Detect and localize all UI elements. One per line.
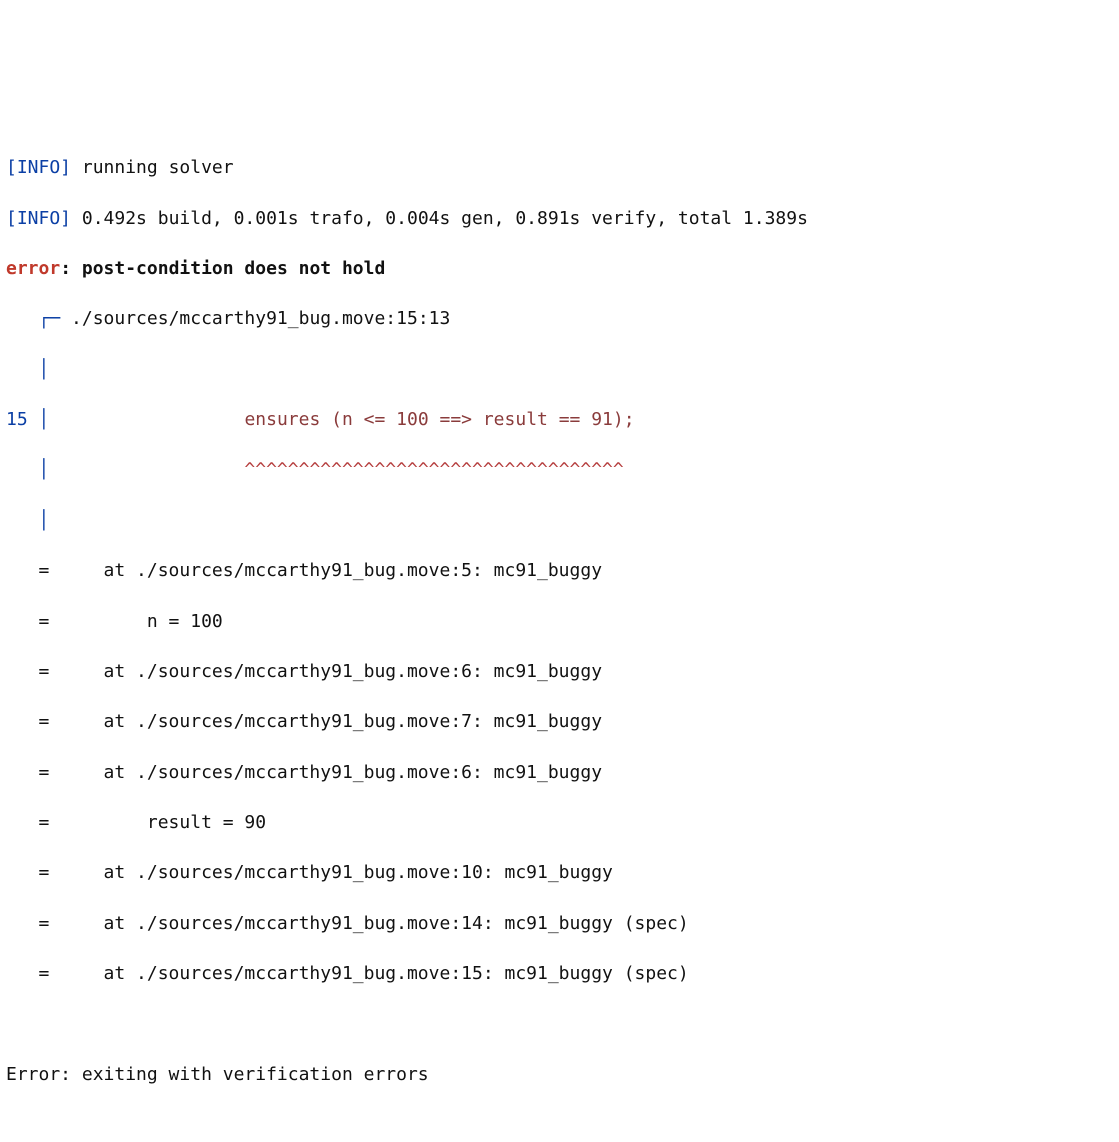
location-line: ┌─ ./sources/mccarthy91_bug.move:15:13 (6, 306, 1113, 331)
caret-underline: ^^^^^^^^^^^^^^^^^^^^^^^^^^^^^^^^^^^ (244, 459, 623, 480)
gutter-blank: │ (6, 508, 1113, 533)
trace-line: = at ./sources/mccarthy91_bug.move:10: m… (6, 860, 1113, 885)
location-path: ./sources/mccarthy91_bug.move:15:13 (71, 308, 450, 329)
caret-indent (60, 459, 244, 480)
trace-line: = n = 100 (6, 609, 1113, 634)
error-message: post-condition does not hold (82, 258, 385, 279)
line-number: 15 (6, 409, 28, 430)
trace-line: = at ./sources/mccarthy91_bug.move:6: mc… (6, 760, 1113, 785)
error-colon: : (60, 258, 82, 279)
info-tag: [INFO] (6, 157, 71, 178)
info-tag: [INFO] (6, 208, 71, 229)
blank-line (6, 1012, 1113, 1037)
snippet-text: ensures (n <= 100 ==> result == 91); (244, 409, 634, 430)
box-corner: ┌─ (6, 308, 71, 329)
snippet-line: 15 │ ensures (n <= 100 ==> result == 91)… (6, 407, 1113, 432)
caret-line: │ ^^^^^^^^^^^^^^^^^^^^^^^^^^^^^^^^^^^ (6, 457, 1113, 482)
trace-line: = at ./sources/mccarthy91_bug.move:6: mc… (6, 659, 1113, 684)
trace-line: = at ./sources/mccarthy91_bug.move:15: m… (6, 961, 1113, 986)
snippet-indent (60, 409, 244, 430)
trace-line: = at ./sources/mccarthy91_bug.move:7: mc… (6, 709, 1113, 734)
log-line: [INFO] running solver (6, 155, 1113, 180)
gutter-pipe: │ (6, 459, 60, 480)
error-line: error: post-condition does not hold (6, 256, 1113, 281)
log-msg: 0.492s build, 0.001s trafo, 0.004s gen, … (71, 208, 808, 229)
log-msg: running solver (71, 157, 234, 178)
footer-line: Error: exiting with verification errors (6, 1062, 1113, 1087)
trace-line: = at ./sources/mccarthy91_bug.move:14: m… (6, 911, 1113, 936)
log-line: [INFO] 0.492s build, 0.001s trafo, 0.004… (6, 206, 1113, 231)
gutter-pipe: │ (28, 409, 61, 430)
trace-line: = result = 90 (6, 810, 1113, 835)
error-label: error (6, 258, 60, 279)
terminal-output: [INFO] running solver [INFO] 0.492s buil… (0, 126, 1119, 1116)
gutter-blank: │ (6, 357, 1113, 382)
